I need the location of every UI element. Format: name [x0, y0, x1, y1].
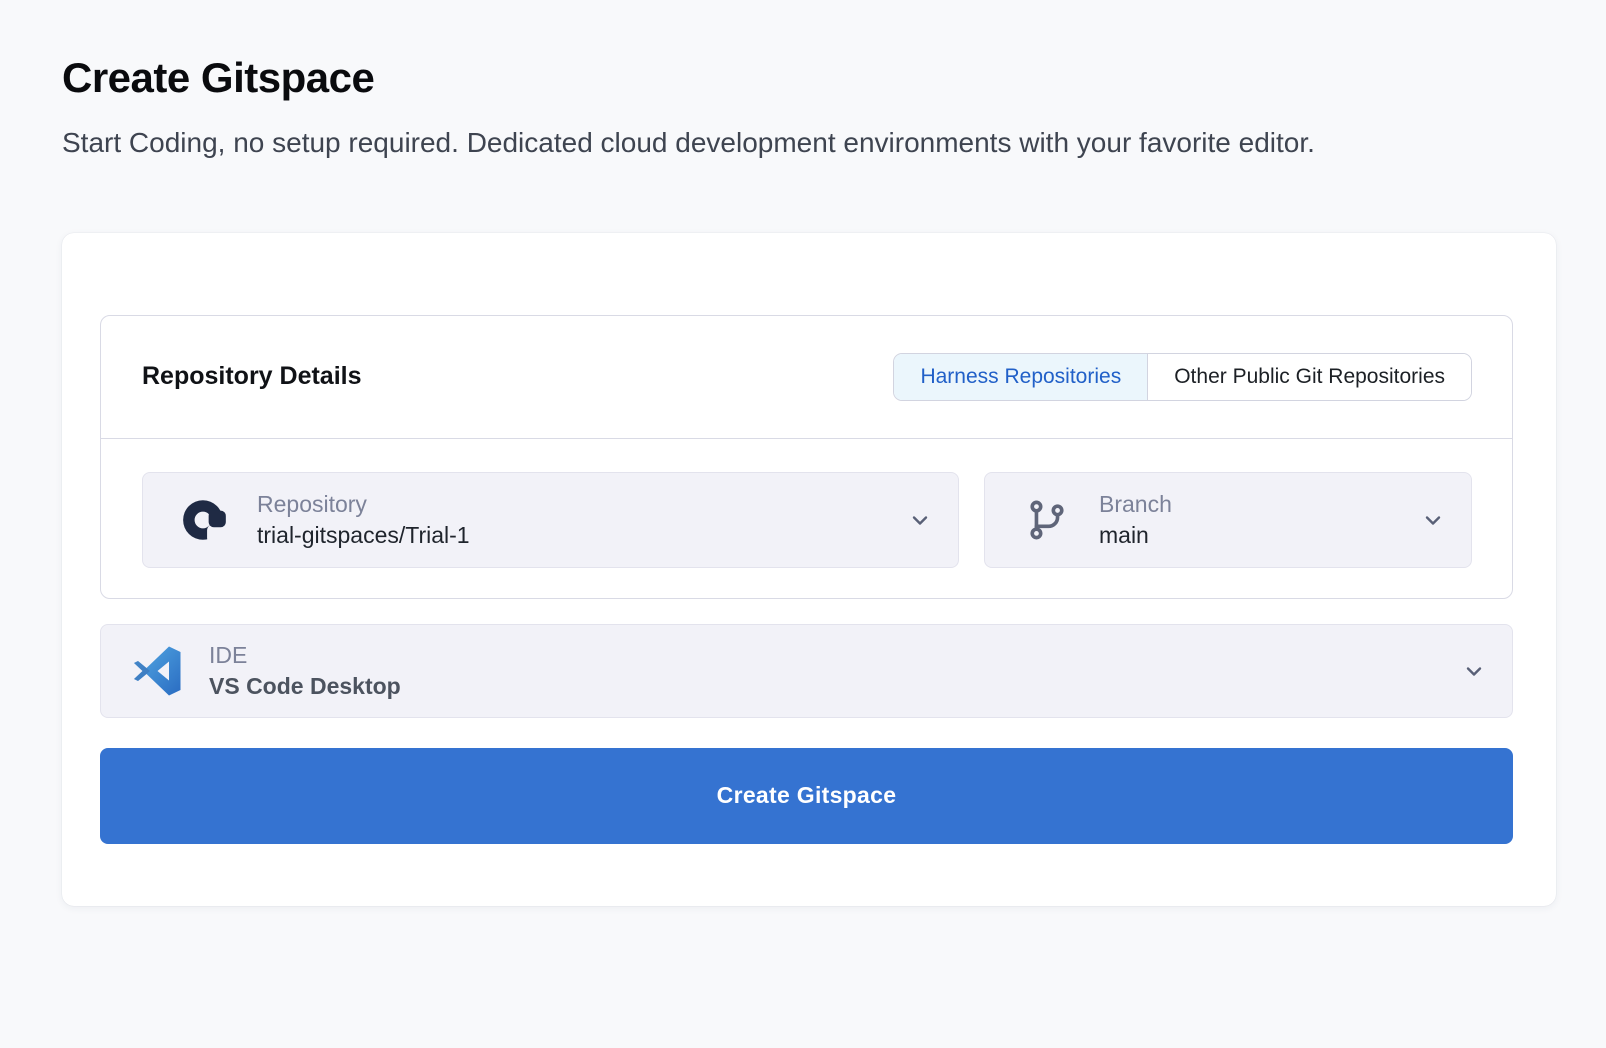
branch-select[interactable]: Branch main	[984, 472, 1472, 568]
repository-details-body: Repository trial-gitspaces/Trial-1	[101, 439, 1512, 598]
ide-select[interactable]: IDE VS Code Desktop	[100, 624, 1513, 718]
chevron-down-icon	[1421, 508, 1445, 532]
repository-field-value: trial-gitspaces/Trial-1	[257, 522, 470, 548]
gitspace-form-card: Repository Details Harness Repositories …	[62, 233, 1556, 906]
repository-select[interactable]: Repository trial-gitspaces/Trial-1	[142, 472, 959, 568]
chevron-down-icon	[908, 508, 932, 532]
repository-field-text: Repository trial-gitspaces/Trial-1	[257, 491, 470, 549]
branch-field-text: Branch main	[1099, 491, 1172, 549]
ide-field-text: IDE VS Code Desktop	[209, 642, 401, 700]
harness-logo-icon	[179, 495, 231, 545]
repository-details-header: Repository Details Harness Repositories …	[101, 316, 1512, 439]
repository-field-label: Repository	[257, 491, 470, 517]
vscode-icon	[131, 646, 183, 696]
branch-field-label: Branch	[1099, 491, 1172, 517]
page-subtitle: Start Coding, no setup required. Dedicat…	[62, 124, 1472, 163]
git-branch-icon	[1021, 497, 1073, 543]
section-title: Repository Details	[142, 362, 362, 391]
repo-source-tabs: Harness Repositories Other Public Git Re…	[893, 353, 1472, 401]
create-gitspace-button[interactable]: Create Gitspace	[100, 748, 1513, 844]
page-title: Create Gitspace	[62, 54, 1544, 102]
create-gitspace-page: Create Gitspace Start Coding, no setup r…	[0, 54, 1606, 906]
repository-details-section: Repository Details Harness Repositories …	[100, 315, 1513, 599]
ide-field-value: VS Code Desktop	[209, 673, 401, 699]
tab-harness-repositories[interactable]: Harness Repositories	[894, 354, 1147, 400]
branch-field-value: main	[1099, 522, 1172, 548]
tab-other-public-git-repositories[interactable]: Other Public Git Repositories	[1147, 354, 1471, 400]
chevron-down-icon	[1462, 659, 1486, 683]
ide-field-label: IDE	[209, 642, 401, 668]
